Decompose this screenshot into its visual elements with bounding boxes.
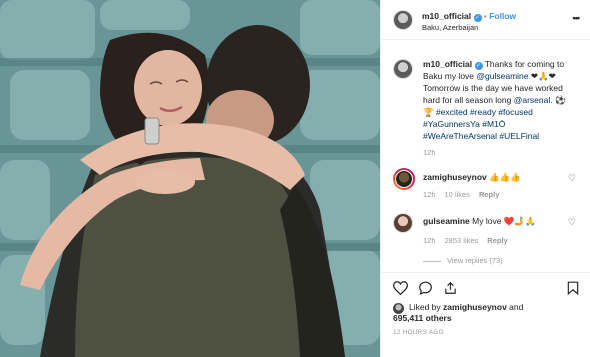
author-username[interactable]: m10_official <box>422 11 471 21</box>
comment-2-text: My love ❤️🤳🙏 <box>472 216 536 226</box>
caption-line-1: Thanks for coming to <box>484 59 565 69</box>
post-header: m10_official ✓ • Follow Baku, Azerbaijan… <box>381 0 590 40</box>
more-options-icon[interactable]: ••• <box>573 13 581 23</box>
comment-1-avatar <box>395 170 413 188</box>
liked-by: Liked by zamighuseynov and <box>409 302 523 313</box>
caption-emoji-2: . ⚽ <box>550 95 566 105</box>
caption-line-2: Baku my love <box>423 71 477 81</box>
verified-icon: ✓ <box>474 62 483 70</box>
comment-2: gulseamine My love ❤️🤳🙏 <box>423 215 583 227</box>
follow-button[interactable]: Follow <box>489 11 516 21</box>
caption-line-3: Tomorrow is the day we have worked <box>423 83 563 93</box>
liked-by-prefix: Liked by <box>409 302 444 312</box>
comment-1-like-icon[interactable]: ♡ <box>568 173 576 184</box>
caption-emoji-1: ❤🙏❤ <box>530 71 556 81</box>
comment-2-like-icon[interactable]: ♡ <box>568 217 576 228</box>
view-replies-line <box>423 260 441 262</box>
comment-2-time: 12h <box>423 236 436 245</box>
comment-1-username[interactable]: zamighuseynov <box>423 172 487 182</box>
mention-arsenal[interactable]: @arsenal <box>514 95 551 105</box>
caption-text: m10_official ✓ Thanks for coming to Baku… <box>423 58 583 142</box>
view-replies-button[interactable]: View replies (73) <box>423 256 503 265</box>
post-photo[interactable] <box>0 0 380 357</box>
comment-2-reply-button[interactable]: Reply <box>487 236 507 245</box>
comment-1-time: 12h <box>423 190 436 199</box>
liked-by-and: and <box>506 302 524 312</box>
caption-username[interactable]: m10_official <box>423 59 472 69</box>
bookmark-icon[interactable] <box>567 281 579 295</box>
verified-icon: ✓ <box>473 14 482 22</box>
caption-line-4: hard for all season long <box>423 95 514 105</box>
comment-1-likes[interactable]: 10 likes <box>445 190 470 199</box>
comment-icon[interactable] <box>418 281 433 295</box>
view-replies-label: View replies (73) <box>447 256 503 265</box>
liked-by-user[interactable]: zamighuseynov <box>443 302 507 312</box>
comment-1-avatar-ring[interactable] <box>393 168 415 190</box>
likes-count[interactable]: 695,411 others <box>393 313 452 323</box>
comment-1-text: 👍👍👍 <box>489 172 521 182</box>
comment-2-meta: 12h 2853 likes Reply <box>423 236 517 245</box>
share-icon[interactable] <box>443 281 458 295</box>
comment-2-username[interactable]: gulseamine <box>423 216 470 226</box>
post-side-panel: m10_official ✓ • Follow Baku, Azerbaijan… <box>380 0 590 357</box>
heart-icon[interactable] <box>393 281 408 295</box>
comment-1: zamighuseynov 👍👍👍 <box>423 171 583 183</box>
post-actions <box>381 272 590 302</box>
hashtag-line-3[interactable]: #WeAreTheArsenal #UELFinal <box>423 130 583 142</box>
comment-1-meta: 12h 10 likes Reply <box>423 190 508 199</box>
caption-time: 12h <box>423 148 436 157</box>
photo-illustration <box>0 0 380 357</box>
comment-1-reply-button[interactable]: Reply <box>479 190 499 199</box>
caption-avatar[interactable] <box>393 59 413 79</box>
author-avatar[interactable] <box>393 10 413 30</box>
mention-gulseamine[interactable]: @gulseamine <box>476 71 528 81</box>
comment-2-likes[interactable]: 2853 likes <box>445 236 479 245</box>
comment-2-avatar[interactable] <box>393 213 413 233</box>
hashtag-line-2[interactable]: #YaGunnersYa #M1Ö <box>423 118 583 130</box>
liked-by-count: 695,411 others <box>393 313 452 324</box>
post-timestamp[interactable]: 12 HOURS AGO <box>393 329 444 336</box>
post-location[interactable]: Baku, Azerbaijan <box>422 23 478 32</box>
hashtag-line-1[interactable]: 🏆 #excited #ready #focused <box>423 106 583 118</box>
